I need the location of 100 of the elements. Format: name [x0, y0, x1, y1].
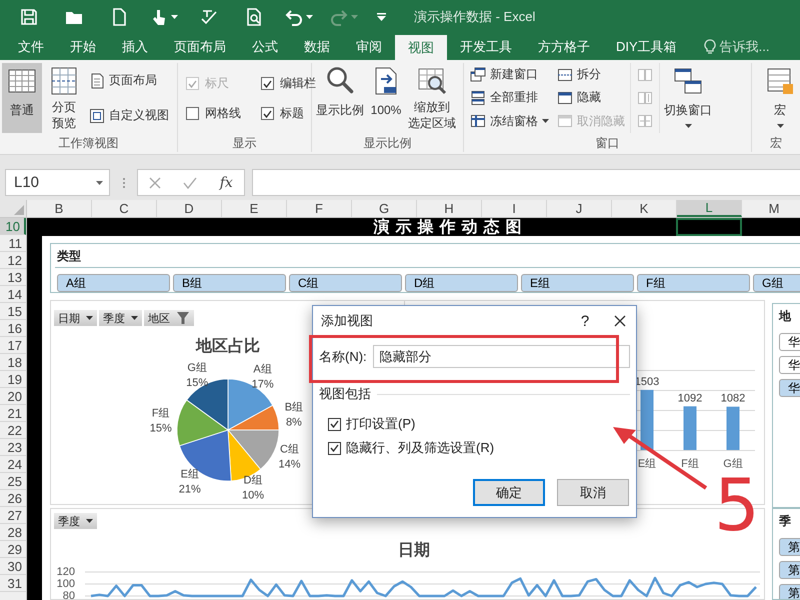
undo-icon[interactable]	[284, 8, 302, 26]
name-box[interactable]: L10	[5, 169, 110, 196]
checkbox[interactable]: 编辑栏	[261, 75, 316, 92]
slicer-item[interactable]: C组	[289, 274, 402, 292]
row-header[interactable]: 14	[0, 286, 26, 303]
row-header[interactable]: 26	[0, 490, 26, 507]
row-header[interactable]: 11	[0, 235, 26, 252]
column-header[interactable]: E	[222, 200, 287, 217]
column-header[interactable]: D	[157, 200, 222, 217]
save-icon[interactable]	[20, 8, 38, 26]
row-header[interactable]: 27	[0, 507, 26, 524]
tell-me-field[interactable]: 告诉我...	[704, 33, 770, 60]
column-header[interactable]: J	[547, 200, 612, 217]
row-header[interactable]: 23	[0, 439, 26, 456]
checkbox[interactable]: 标题	[261, 105, 316, 122]
ribbon-button[interactable]: 100%	[366, 63, 406, 133]
column-header[interactable]: I	[482, 200, 547, 217]
name-field[interactable]: 隐藏部分	[372, 345, 630, 368]
slicer-item[interactable]: E组	[521, 274, 634, 292]
row-header[interactable]: 24	[0, 456, 26, 473]
row-header[interactable]: 28	[0, 524, 26, 541]
dialog-button[interactable]: 确定	[473, 479, 545, 506]
ribbon-tab[interactable]: 视图	[395, 35, 447, 60]
checkbox[interactable]: 网格线	[186, 105, 241, 122]
field-button[interactable]: 地区	[144, 310, 194, 326]
ribbon-tab[interactable]: 开始	[57, 33, 109, 60]
row-header[interactable]: 30	[0, 558, 26, 575]
slicer-item[interactable]: D组	[405, 274, 518, 292]
row-header[interactable]: 13	[0, 269, 26, 286]
dialog-button[interactable]: 取消	[557, 479, 629, 506]
page-search-icon[interactable]	[244, 8, 262, 26]
row-header[interactable]: 21	[0, 405, 26, 422]
ribbon-button[interactable]: 隐藏	[554, 87, 628, 108]
slicer-item[interactable]: B组	[173, 274, 286, 292]
chart-title: 日期	[398, 540, 430, 559]
row-header[interactable]: 22	[0, 422, 26, 439]
slicer-item[interactable]: G组	[753, 274, 800, 292]
column-header[interactable]: G	[352, 200, 417, 217]
ribbon-tab[interactable]: DIY工具箱	[603, 33, 690, 60]
ribbon-tab[interactable]: 方方格子	[525, 33, 603, 60]
field-button[interactable]: 季度	[99, 310, 142, 326]
ribbon-tab[interactable]: 插入	[109, 33, 161, 60]
row-header[interactable]: 29	[0, 541, 26, 558]
close-icon[interactable]	[614, 315, 626, 327]
column-header[interactable]: H	[417, 200, 482, 217]
ribbon-tab[interactable]: 审阅	[343, 33, 395, 60]
ribbon-tab[interactable]: 页面布局	[161, 33, 239, 60]
field-button[interactable]: 季度	[54, 513, 97, 529]
ribbon-button[interactable]: 拆分	[554, 64, 628, 86]
slicer-item[interactable]: 华	[779, 379, 800, 397]
help-button[interactable]: ?	[572, 312, 598, 330]
slicer-item[interactable]: 第	[779, 538, 800, 556]
slicer-item[interactable]: 华	[779, 333, 800, 351]
column-header[interactable]: F	[287, 200, 352, 217]
ribbon-button[interactable]: 新建窗口	[467, 64, 552, 86]
field-label: 名称(N):	[319, 348, 367, 366]
insert-function-button[interactable]: fx	[220, 174, 233, 190]
ribbon-button[interactable]: 冻结窗格	[467, 110, 552, 132]
slicer-item[interactable]: F组	[637, 274, 750, 292]
row-header[interactable]: 19	[0, 371, 26, 388]
row-header[interactable]: 17	[0, 337, 26, 354]
row-header[interactable]: 16	[0, 320, 26, 337]
slicer-item[interactable]: A组	[57, 274, 170, 292]
checkbox[interactable]: 隐藏行、列及筛选设置(R)	[328, 439, 630, 457]
row-header[interactable]: 20	[0, 388, 26, 405]
column-header[interactable]: M	[742, 200, 800, 217]
formula-field[interactable]	[252, 169, 800, 196]
row-header[interactable]: 18	[0, 354, 26, 371]
ribbon-button[interactable]: 宏	[760, 63, 800, 133]
slicer-item[interactable]: 第	[779, 584, 800, 599]
slicer-item[interactable]: 华	[779, 356, 800, 374]
ribbon-tab[interactable]: 公式	[239, 33, 291, 60]
row-header[interactable]: 12	[0, 252, 26, 269]
ribbon-button[interactable]: 分页 预览	[44, 63, 84, 133]
ribbon-button[interactable]: 全部重排	[467, 87, 552, 108]
ribbon-button[interactable]: 普通	[2, 63, 42, 133]
bar	[726, 406, 740, 450]
row-header[interactable]: 25	[0, 473, 26, 490]
ribbon-tab[interactable]: 数据	[291, 33, 343, 60]
customize-icon[interactable]	[376, 12, 386, 20]
field-button[interactable]: 日期	[54, 310, 97, 326]
ribbon-button[interactable]: 显示比例	[314, 63, 366, 133]
ribbon-button[interactable]: 切换窗口	[662, 63, 714, 133]
slicer-item[interactable]: 第	[779, 561, 800, 579]
row-header[interactable]: 10	[0, 218, 26, 235]
ribbon-tab[interactable]: 文件	[5, 33, 57, 60]
ribbon-tab[interactable]: 开发工具	[447, 33, 525, 60]
column-header[interactable]: L	[677, 200, 742, 217]
dialog-title: 添加视图	[321, 312, 374, 330]
column-header[interactable]: C	[92, 200, 157, 217]
ribbon-button[interactable]: 缩放到 选定区域	[406, 63, 458, 133]
handwritten-note: 5	[714, 476, 760, 534]
ribbon-button[interactable]: 自定义视图	[86, 105, 172, 126]
row-header[interactable]: 15	[0, 303, 26, 320]
checkbox[interactable]: 打印设置(P)	[328, 415, 630, 433]
row-header[interactable]: 31	[0, 575, 26, 592]
ribbon-button[interactable]: 页面布局	[86, 70, 172, 91]
column-header[interactable]: B	[27, 200, 92, 217]
group-label: 工作簿视图	[58, 134, 120, 152]
spell-check-icon[interactable]	[200, 8, 218, 26]
